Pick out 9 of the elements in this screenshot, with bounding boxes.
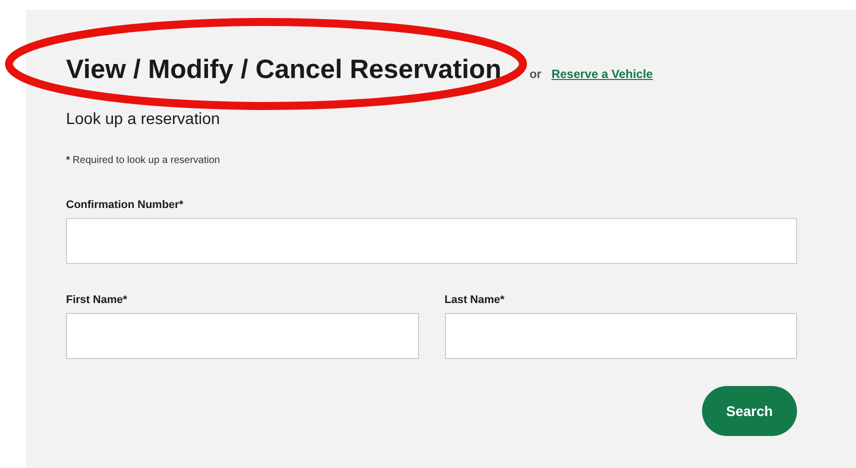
required-note: * Required to look up a reservation (66, 155, 221, 166)
reserve-vehicle-link[interactable]: Reserve a Vehicle (551, 67, 653, 81)
page-title: View / Modify / Cancel Reservation (66, 54, 502, 85)
section-subtitle: Look up a reservation (66, 111, 221, 129)
field-label: Confirmation Number* (66, 199, 184, 211)
field-label: Last Name* (444, 294, 506, 306)
or-text: or (529, 67, 542, 81)
field-label: First Name* (66, 294, 128, 306)
search-button[interactable]: Search (702, 386, 797, 436)
